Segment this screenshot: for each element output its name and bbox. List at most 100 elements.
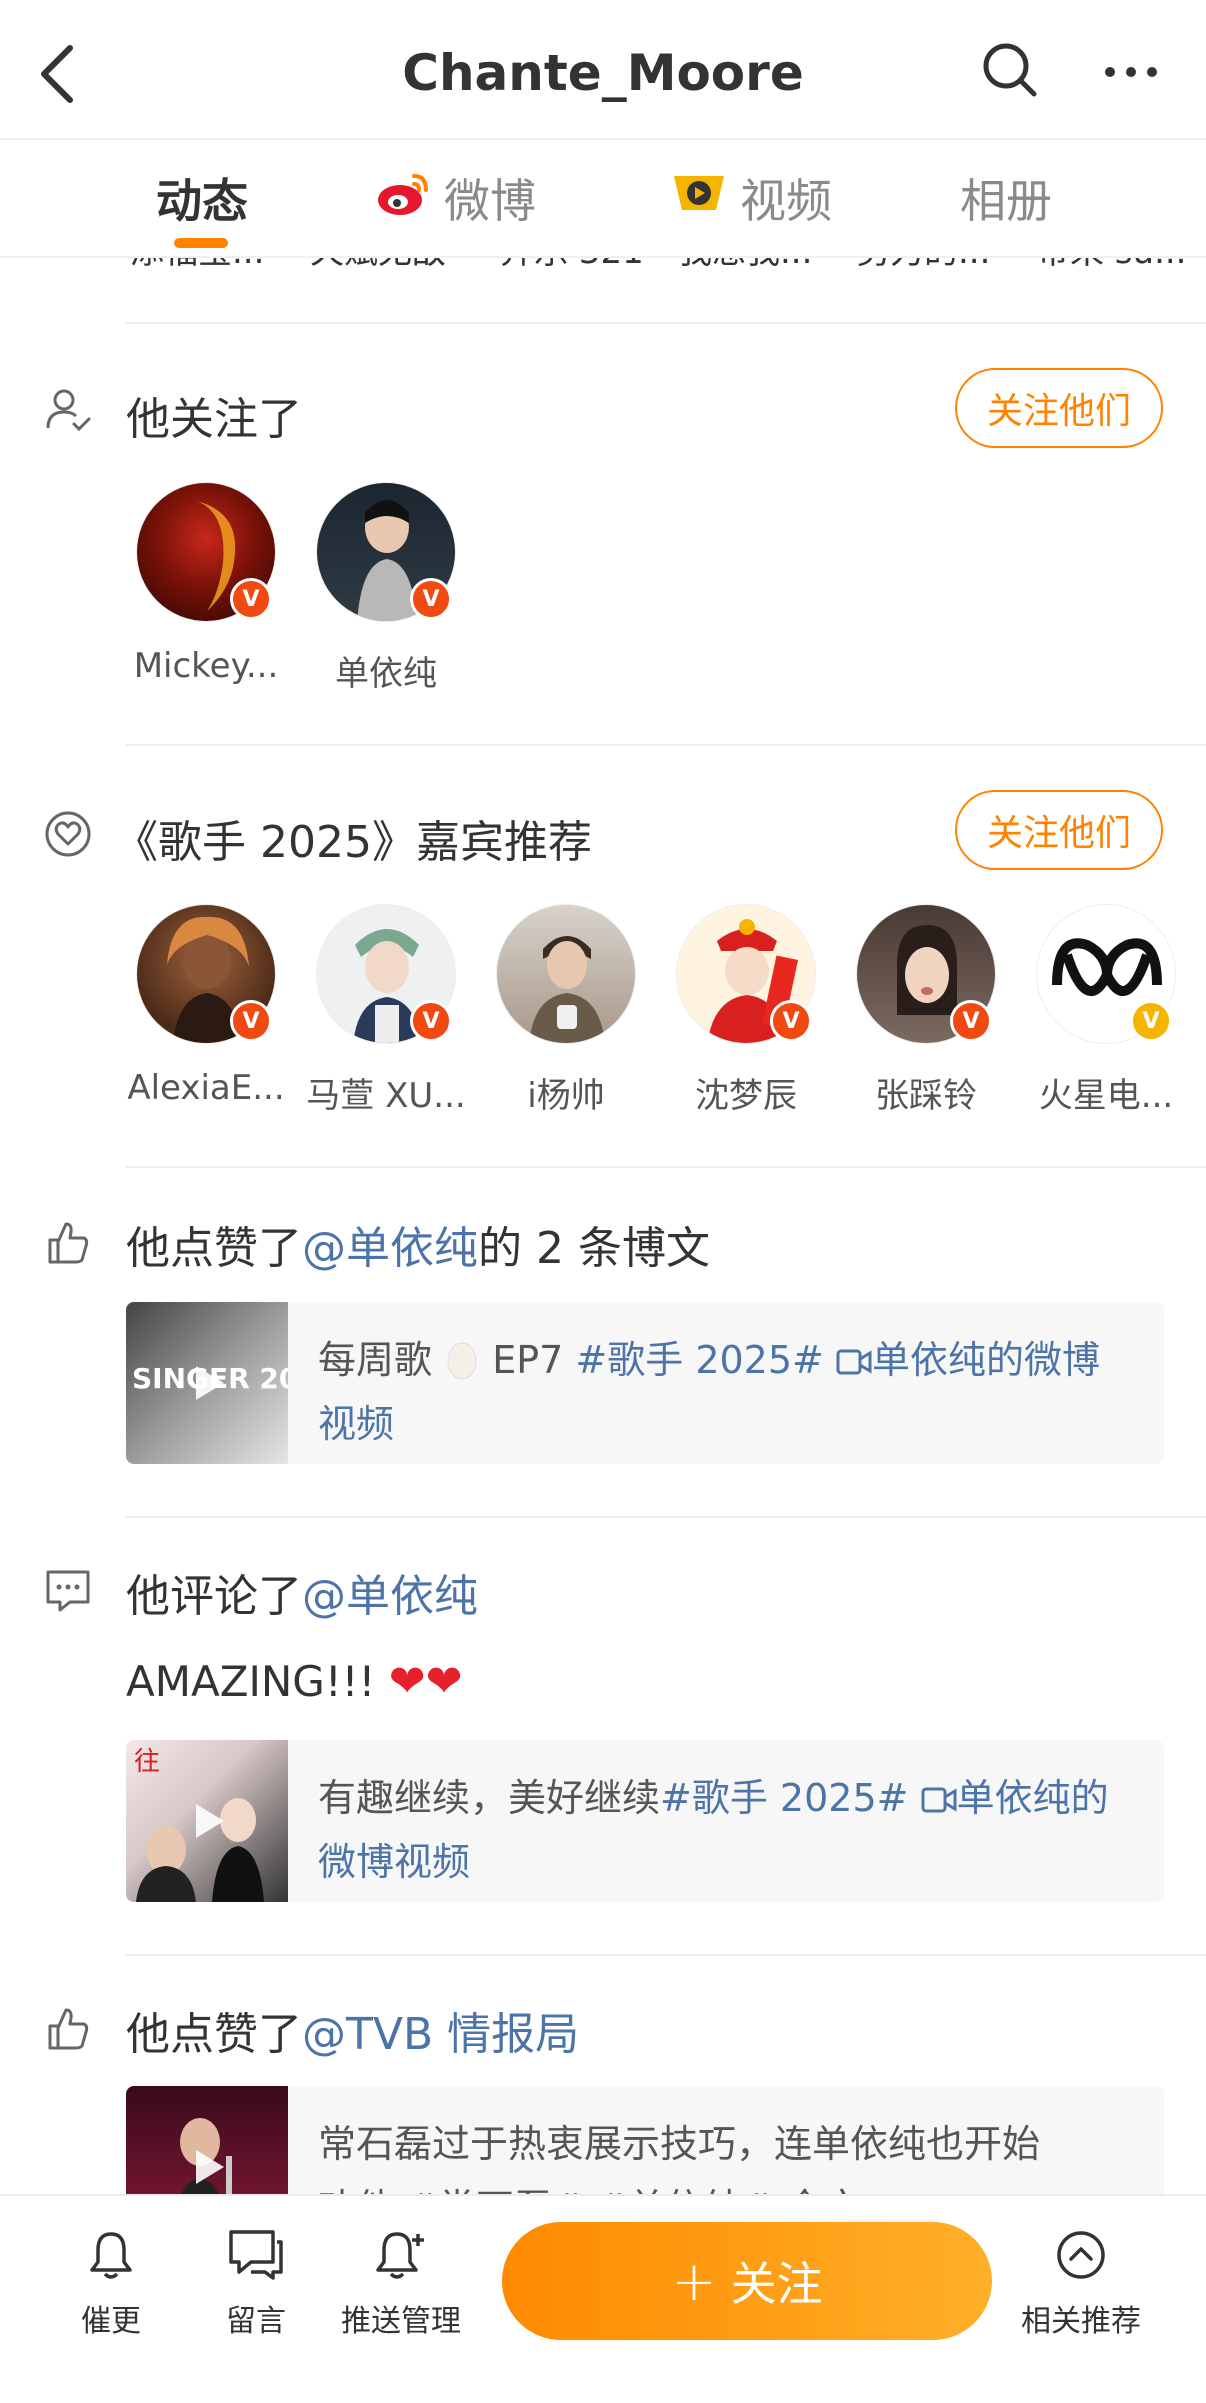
comment-body: AMAZING!!! — [126, 1657, 376, 1706]
red-heart-emoji-icon: ❤ — [388, 1656, 426, 1707]
following-user[interactable]: V 单依纯 — [306, 482, 466, 695]
search-icon[interactable] — [980, 40, 1040, 100]
recommend-section-title: 《歌手 2025》嘉宾推荐 — [114, 817, 592, 868]
activity-suffix: 的 2 条博文 — [478, 1223, 710, 1274]
activity-liked-title: 他点赞了@TVB 情报局 — [126, 1998, 579, 2062]
egg-emoji-icon — [447, 1342, 477, 1380]
divider — [126, 322, 1206, 324]
verified-badge-icon: V — [950, 1000, 992, 1042]
cropped-item: 我想我... — [678, 258, 812, 273]
cropped-item: 添福宝... — [130, 258, 264, 273]
bell-icon — [90, 2232, 132, 2279]
more-options-icon[interactable] — [1098, 40, 1168, 100]
post-text: 每周歌 EP7 #歌手 2025# 单依纯的微博视频 — [318, 1328, 1134, 1456]
bottom-item-label: 相关推荐 — [1021, 2304, 1141, 2339]
tab-feed[interactable]: 动态 — [156, 168, 248, 228]
liked-post-card[interactable]: SINGER 2025 每周歌 EP7 #歌手 2025# 单依纯的微博视频 — [126, 1302, 1164, 1464]
top-navigation-bar: Chante_Moore — [0, 0, 1206, 140]
follow-them-button[interactable]: 关注他们 — [955, 790, 1163, 870]
mention-link[interactable]: @单依纯 — [302, 1571, 478, 1622]
push-settings-button[interactable]: 推送管理 — [336, 2228, 466, 2340]
post-text: 常石磊过于热衷展示技巧，连单依纯也开始 劝他 #常石磊# #单依纯# 全文 — [318, 2112, 1134, 2194]
divider — [126, 1516, 1206, 1518]
activity-verb: 他点赞了 — [126, 2009, 302, 2060]
tab-label: 微博 — [444, 174, 536, 228]
liked-post-card[interactable]: 常石磊过于热衷展示技巧，连单依纯也开始 劝他 #常石磊# #单依纯# 全文 — [126, 2086, 1164, 2194]
following-user[interactable]: V Mickey... — [126, 482, 286, 686]
tab-label: 相册 — [960, 174, 1052, 228]
user-name: 火星电... — [1038, 1076, 1174, 1116]
leave-message-button[interactable]: 留言 — [191, 2228, 321, 2340]
verified-badge-icon: V — [410, 578, 452, 620]
chevron-up-circle-icon — [1057, 2231, 1105, 2279]
profile-tabs: 动态 微博 视频 相册 — [0, 140, 1206, 258]
thumbs-up-icon — [44, 1218, 92, 1266]
verified-badge-icon: V — [770, 1000, 812, 1042]
play-icon — [196, 1804, 224, 1838]
video-camera-icon — [921, 1787, 957, 1813]
related-recommend-button[interactable]: 相关推荐 — [1016, 2228, 1146, 2340]
activity-liked-title: 他点赞了@单依纯的 2 条博文 — [126, 1212, 710, 1276]
verified-badge-icon: V — [230, 578, 272, 620]
verified-badge-icon: V — [1130, 1000, 1172, 1042]
activity-verb: 他评论了 — [126, 1571, 302, 1622]
bell-plus-icon — [376, 2232, 424, 2279]
recommended-user[interactable]: V AlexiaE... — [126, 904, 286, 1108]
cropped-item: 带来 su... — [1036, 258, 1187, 273]
post-thumbnail — [126, 2086, 288, 2194]
tab-label: 视频 — [740, 174, 832, 228]
video-channel-icon — [670, 168, 728, 229]
tab-video[interactable]: 视频 — [670, 168, 832, 228]
user-name: AlexiaE... — [127, 1068, 285, 1108]
comment-text: AMAZING!!! ❤❤ — [126, 1656, 462, 1707]
verified-badge-icon: V — [410, 1000, 452, 1042]
recommended-user[interactable]: V 张踩铃 — [846, 904, 1006, 1117]
avatar — [496, 904, 636, 1044]
user-name: Mickey... — [133, 646, 279, 686]
video-camera-icon — [836, 1349, 872, 1375]
recommended-user[interactable]: V 火星电... — [1026, 904, 1186, 1117]
following-section-title: 他关注了 — [126, 394, 302, 445]
bottom-item-label: 留言 — [226, 2304, 286, 2339]
mention-link[interactable]: @单依纯 — [302, 1223, 478, 1274]
play-icon — [196, 1366, 224, 1400]
post-text-part: EP7 — [492, 1338, 564, 1382]
commented-post-card[interactable]: 往 有趣继续，美好继续#歌手 2025# 单依纯的微博视频 — [126, 1740, 1164, 1902]
heart-circle-icon — [44, 810, 92, 858]
hashtag-link[interactable]: #歌手 2025# — [575, 1338, 823, 1382]
cropped-album-row: 添福宝... 天赋无敌 异乐 321 我想我... 努力的... 带来 su..… — [130, 258, 1206, 278]
user-name: 沈梦辰 — [695, 1076, 797, 1116]
post-text-line: 常石磊过于热衷展示技巧，连单依纯也开始 — [318, 2122, 1041, 2166]
post-thumbnail: 往 — [126, 1740, 288, 1902]
divider — [126, 1954, 1206, 1956]
activity-comment-title: 他评论了@单依纯 — [126, 1560, 478, 1624]
hashtag-link[interactable]: #歌手 2025# — [660, 1776, 908, 1820]
follow-button-label: 关注 — [730, 2257, 823, 2311]
bottom-item-label: 催更 — [81, 2304, 141, 2339]
tab-label: 动态 — [156, 174, 248, 228]
recommended-user[interactable]: V 沈梦辰 — [666, 904, 826, 1117]
remind-update-button[interactable]: 催更 — [46, 2228, 176, 2340]
tab-album[interactable]: 相册 — [960, 168, 1052, 228]
active-tab-indicator — [174, 238, 228, 248]
thumbs-up-icon — [44, 2004, 92, 2052]
red-heart-emoji-icon: ❤ — [425, 1656, 463, 1707]
mention-link[interactable]: @TVB 情报局 — [302, 2009, 579, 2060]
user-name: 马萱 XU... — [306, 1076, 466, 1116]
divider — [126, 1166, 1206, 1168]
follow-button[interactable]: + 关注 — [502, 2222, 992, 2340]
post-text-line: 劝他 #常石磊# #单依纯# 全文 — [318, 2176, 1134, 2194]
svg-text:往: 往 — [134, 1747, 160, 1777]
tab-weibo[interactable]: 微博 — [376, 168, 536, 228]
follow-them-button[interactable]: 关注他们 — [955, 368, 1163, 448]
bottom-item-label: 推送管理 — [341, 2304, 461, 2339]
plus-icon: + — [671, 2249, 717, 2313]
user-follow-icon — [44, 386, 92, 434]
post-text: 有趣继续，美好继续#歌手 2025# 单依纯的微博视频 — [318, 1766, 1134, 1894]
message-icon — [229, 2230, 283, 2280]
recommended-user[interactable]: i杨帅 — [486, 904, 646, 1117]
cropped-item: 努力的... — [856, 258, 990, 273]
play-icon — [196, 2150, 224, 2184]
user-name: 张踩铃 — [875, 1076, 977, 1116]
recommended-user[interactable]: V 马萱 XU... — [306, 904, 466, 1117]
